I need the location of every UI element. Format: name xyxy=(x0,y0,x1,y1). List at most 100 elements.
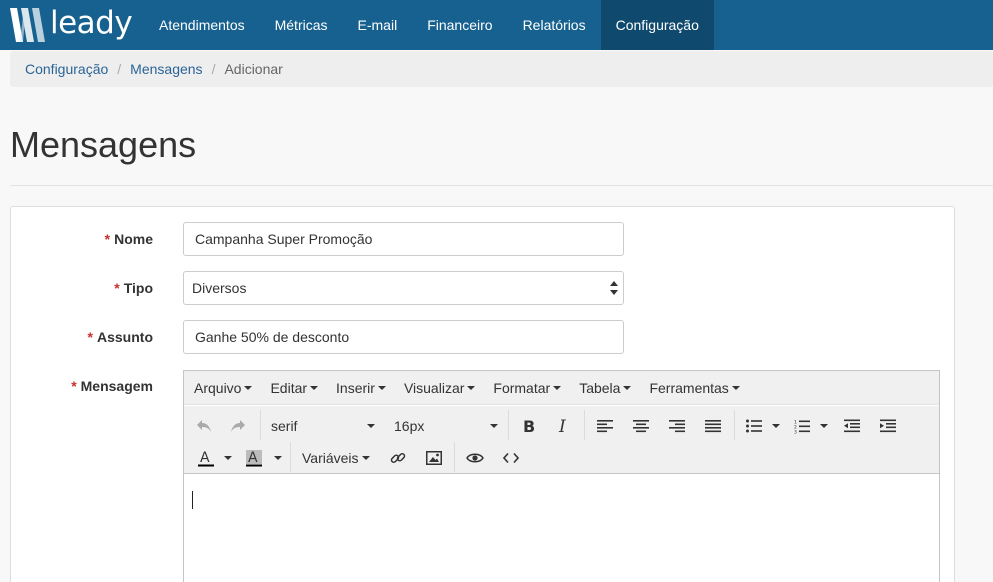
chevron-down-icon xyxy=(623,385,632,390)
bold-button[interactable]: B xyxy=(517,414,541,438)
variables-label: Variáveis xyxy=(302,450,359,466)
brand-logo[interactable]: leady xyxy=(8,5,133,44)
nome-input[interactable]: Campanha Super Promoção xyxy=(183,222,624,256)
outdent-icon xyxy=(844,419,860,433)
insert-image-button[interactable] xyxy=(422,446,446,470)
nav-item-email[interactable]: E-mail xyxy=(343,0,413,50)
numbered-list-chevron-down-icon[interactable] xyxy=(820,424,828,428)
nome-label: * Nome xyxy=(0,231,153,247)
menu-formatar[interactable]: Formatar xyxy=(487,380,567,396)
tipo-label-text: Tipo xyxy=(123,280,153,296)
tipo-label: * Tipo xyxy=(0,280,153,296)
chevron-down-icon xyxy=(467,385,476,390)
font-size-value: 16px xyxy=(394,418,425,434)
menu-arquivo-label: Arquivo xyxy=(194,379,242,396)
mensagem-label: * Mensagem xyxy=(0,378,153,394)
numbered-list-button[interactable]: 123 xyxy=(790,414,814,438)
bullet-list-icon xyxy=(746,419,762,433)
background-color-button[interactable]: A xyxy=(242,446,266,470)
menu-visualizar[interactable]: Visualizar xyxy=(398,380,481,396)
italic-button[interactable]: I xyxy=(552,414,576,438)
redo-button[interactable] xyxy=(226,414,250,438)
bullet-list-button[interactable] xyxy=(742,414,766,438)
breadcrumb-current: Adicionar xyxy=(224,61,283,77)
menu-editar[interactable]: Editar xyxy=(264,380,324,396)
align-right-button[interactable] xyxy=(665,414,689,438)
text-color-chevron-down-icon[interactable] xyxy=(224,456,232,460)
breadcrumb-configuracao[interactable]: Configuração xyxy=(25,61,108,77)
align-center-button[interactable] xyxy=(629,414,653,438)
source-code-button[interactable] xyxy=(499,446,523,470)
menu-ferramentas[interactable]: Ferramentas xyxy=(643,380,745,396)
font-family-select[interactable]: serif xyxy=(271,414,375,438)
nav-item-configuracao[interactable]: Configuração xyxy=(600,0,714,50)
menu-editar-label: Editar xyxy=(270,379,308,396)
leady-logo-icon xyxy=(10,8,45,42)
chevron-down-icon xyxy=(731,385,740,390)
menu-tabela-label: Tabela xyxy=(579,379,621,396)
italic-icon: I xyxy=(558,418,566,434)
insert-link-button[interactable] xyxy=(386,446,410,470)
nav-item-metricas[interactable]: Métricas xyxy=(260,0,343,50)
indent-button[interactable] xyxy=(876,414,900,438)
align-left-icon xyxy=(597,420,613,433)
page-title: Mensagens xyxy=(10,124,197,165)
align-left-button[interactable] xyxy=(593,414,617,438)
toolbar-divider xyxy=(260,410,261,440)
nav-item-relatorios[interactable]: Relatórios xyxy=(508,0,601,50)
logo-text: leady xyxy=(50,5,133,41)
code-icon xyxy=(503,452,519,464)
preview-button[interactable] xyxy=(463,446,487,470)
numbered-list-icon: 123 xyxy=(794,419,810,434)
chevron-down-icon xyxy=(310,385,319,390)
align-justify-icon xyxy=(705,420,721,433)
assunto-label: * Assunto xyxy=(0,329,153,345)
mensagem-label-text: Mensagem xyxy=(80,378,153,394)
bullet-list-chevron-down-icon[interactable] xyxy=(772,424,780,428)
indent-icon xyxy=(880,419,896,433)
tipo-select[interactable]: Diversos xyxy=(183,271,624,305)
chevron-down-icon xyxy=(367,424,375,428)
nome-label-text: Nome xyxy=(114,231,153,247)
menu-ferramentas-label: Ferramentas xyxy=(649,379,729,396)
editor-toolbar: serif 16px B I 1 2 3 A A Variáveis xyxy=(184,406,939,474)
required-marker: * xyxy=(87,329,93,345)
align-right-icon xyxy=(669,420,685,433)
text-color-button[interactable]: A xyxy=(194,446,218,470)
background-color-chevron-down-icon[interactable] xyxy=(274,456,282,460)
image-icon xyxy=(426,451,442,465)
editor-content-area[interactable] xyxy=(184,475,939,582)
variables-menu[interactable]: Variáveis xyxy=(302,446,370,470)
text-cursor xyxy=(192,491,193,509)
required-marker: * xyxy=(71,378,77,394)
menu-visualizar-label: Visualizar xyxy=(403,379,465,396)
background-color-icon: A xyxy=(246,449,262,466)
font-size-select[interactable]: 16px xyxy=(394,414,498,438)
chevron-down-icon xyxy=(362,456,370,460)
toolbar-divider xyxy=(584,410,585,440)
align-justify-button[interactable] xyxy=(701,414,725,438)
outdent-button[interactable] xyxy=(840,414,864,438)
assunto-input[interactable]: Ganhe 50% de desconto xyxy=(183,320,624,354)
undo-button[interactable] xyxy=(192,414,216,438)
breadcrumb: Configuração / Mensagens / Adicionar xyxy=(10,51,993,87)
menu-tabela[interactable]: Tabela xyxy=(573,380,637,396)
menu-arquivo[interactable]: Arquivo xyxy=(188,380,258,396)
main-nav: Atendimentos Métricas E-mail Financeiro … xyxy=(144,0,714,50)
nav-item-atendimentos[interactable]: Atendimentos xyxy=(144,0,260,50)
tipo-select-value: Diversos xyxy=(192,280,247,296)
nav-item-financeiro[interactable]: Financeiro xyxy=(412,0,507,50)
required-marker: * xyxy=(114,280,120,296)
toolbar-divider xyxy=(508,410,509,440)
menu-inserir[interactable]: Inserir xyxy=(330,380,392,396)
font-family-value: serif xyxy=(271,418,298,434)
chevron-down-icon xyxy=(553,385,562,390)
chevron-down-icon xyxy=(490,424,498,428)
undo-icon xyxy=(197,420,211,432)
message-editor: Arquivo Editar Inserir Visualizar Format… xyxy=(183,370,940,582)
editor-menubar: Arquivo Editar Inserir Visualizar Format… xyxy=(184,371,939,405)
toolbar-divider xyxy=(734,410,735,440)
breadcrumb-mensagens[interactable]: Mensagens xyxy=(130,61,202,77)
top-navbar: leady Atendimentos Métricas E-mail Finan… xyxy=(0,0,993,50)
align-center-icon xyxy=(633,420,649,433)
